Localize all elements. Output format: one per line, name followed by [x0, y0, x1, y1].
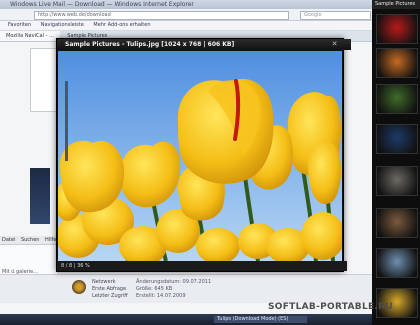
viewer-image[interactable] [58, 51, 342, 261]
menu-bar: Datei Suchen Hilfe [0, 236, 62, 245]
viewer-titlebar[interactable]: Sample Pictures - Tulips.jpg [1024 x 768… [57, 39, 351, 50]
details-label: Letzter Zugriff [92, 293, 128, 299]
browser-address-bar: http://www.web.de/download Google [0, 9, 372, 21]
browser-title: Windows Live Mail — Download — Windows I… [10, 1, 194, 8]
favorites-link[interactable]: Mehr Add-ons erhalten [93, 22, 150, 28]
menu-item[interactable]: Hilfe [45, 237, 56, 243]
address-input[interactable]: http://www.web.de/download [34, 11, 289, 20]
tulips-red-thumb[interactable] [376, 14, 418, 44]
favorites-link[interactable]: Navigationsleiste [41, 22, 84, 28]
filmstrip-header: Sample Pictures [372, 0, 420, 9]
details-labels: Netzwerk Erste Abfrage Letzter Zugriff [92, 279, 128, 300]
taskbar: Tulips (Download Mode) (ES) [0, 314, 372, 325]
details-label: Netzwerk [92, 279, 116, 285]
camera-icon [72, 280, 86, 294]
viewer-meta: [1024 x 768 | 606 KB] [161, 41, 235, 48]
details-value: Änderungsdatum: 09.07.2011 [136, 279, 212, 285]
background-image [30, 168, 50, 224]
details-pane: Netzwerk Erste Abfrage Letzter Zugriff Ä… [0, 274, 372, 303]
browser-tab[interactable]: Mozilla NaviCal - ... [0, 31, 60, 41]
favorites-bar: Favoriten Navigationsleiste Mehr Add-ons… [0, 21, 372, 31]
details-values: Änderungsdatum: 09.07.2011 Größe: 645 KB… [136, 279, 211, 300]
watermark: SOFTLAB-PORTABLE.RU [268, 302, 393, 312]
penguins-thumb[interactable] [376, 248, 418, 278]
zoom-slider[interactable] [65, 81, 68, 161]
details-value: Größe: 645 KB [136, 286, 173, 292]
viewer-status: 8 / 8 | 36 % [57, 261, 347, 271]
koala-thumb[interactable] [376, 166, 418, 196]
image-viewer-window: Sample Pictures - Tulips.jpg [1024 x 768… [56, 38, 351, 272]
left-panel-label: Mit ü galerie... [2, 269, 39, 275]
search-input[interactable]: Google [300, 11, 371, 20]
filmstrip-panel: Sample Pictures [372, 0, 420, 325]
details-value: Erstellt: 14.07.2009 [136, 293, 186, 299]
menu-item[interactable]: Suchen [21, 237, 40, 243]
close-icon[interactable]: ✕ [330, 40, 339, 49]
hydrangea-thumb[interactable] [376, 84, 418, 114]
browser-titlebar: Windows Live Mail — Download — Windows I… [0, 0, 382, 9]
tulips-photo [58, 51, 342, 261]
jellyfish-thumb[interactable] [376, 124, 418, 154]
lighthouse-thumb[interactable] [376, 208, 418, 238]
side-panel [30, 48, 58, 112]
viewer-title: Sample Pictures - Tulips.jpg [65, 41, 160, 48]
details-label: Erste Abfrage [92, 286, 127, 292]
desert-thumb[interactable] [376, 48, 418, 78]
menu-item[interactable]: Datei [2, 237, 15, 243]
taskbar-item[interactable]: Tulips (Download Mode) (ES) [214, 316, 307, 323]
favorites-link[interactable]: Favoriten [8, 22, 31, 28]
